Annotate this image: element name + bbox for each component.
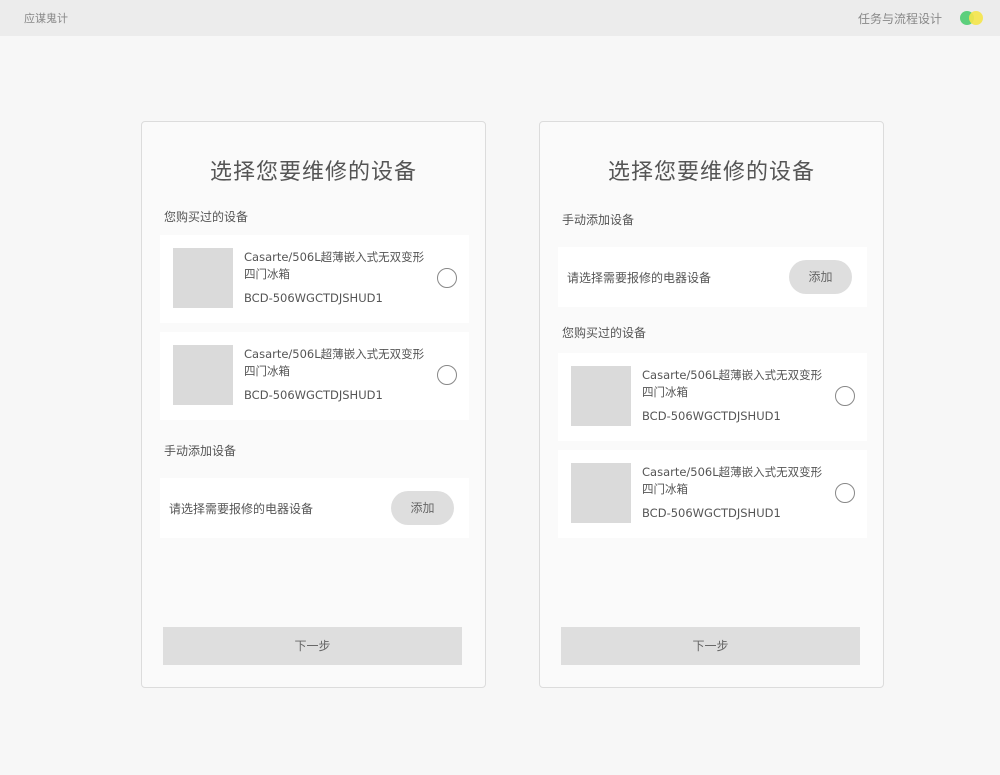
product-name: Casarte/506L超薄嵌入式无双变形四门冰箱: [642, 368, 823, 399]
logo-yellow-dot: [969, 11, 983, 25]
product-card[interactable]: Casarte/506L超薄嵌入式无双变形四门冰箱 BCD-506WGCTDJS…: [558, 353, 867, 441]
screen-left: 选择您要维修的设备 您购买过的设备 Casarte/506L超薄嵌入式无双变形四…: [141, 121, 486, 688]
product-card[interactable]: Casarte/506L超薄嵌入式无双变形四门冰箱 BCD-506WGCTDJS…: [558, 450, 867, 538]
select-radio[interactable]: [835, 386, 855, 406]
top-bar: 应谋鬼计 任务与流程设计: [0, 0, 1000, 36]
product-thumbnail: [571, 463, 631, 523]
product-card[interactable]: Casarte/506L超薄嵌入式无双变形四门冰箱 BCD-506WGCTDJS…: [160, 235, 469, 323]
logo-icon: [960, 11, 984, 25]
manual-add-card: 请选择需要报修的电器设备 添加: [160, 478, 469, 538]
next-step-button[interactable]: 下一步: [163, 627, 462, 665]
manual-add-label: 手动添加设备: [562, 213, 635, 227]
purchased-devices-label: 您购买过的设备: [562, 326, 647, 340]
add-hint-text: 请选择需要报修的电器设备: [567, 271, 712, 285]
screen-right: 选择您要维修的设备 手动添加设备 请选择需要报修的电器设备 添加 您购买过的设备…: [539, 121, 884, 688]
select-radio[interactable]: [835, 483, 855, 503]
product-model: BCD-506WGCTDJSHUD1: [244, 291, 383, 305]
product-model: BCD-506WGCTDJSHUD1: [642, 409, 781, 423]
page-title: 选择您要维修的设备: [607, 160, 815, 185]
add-hint-text: 请选择需要报修的电器设备: [169, 502, 314, 516]
product-thumbnail: [571, 366, 631, 426]
purchased-devices-label: 您购买过的设备: [164, 210, 249, 224]
product-thumbnail: [173, 248, 233, 308]
product-model: BCD-506WGCTDJSHUD1: [244, 388, 383, 402]
product-name: Casarte/506L超薄嵌入式无双变形四门冰箱: [244, 347, 425, 378]
select-radio[interactable]: [437, 268, 457, 288]
product-thumbnail: [173, 345, 233, 405]
next-step-button[interactable]: 下一步: [561, 627, 860, 665]
page-title: 选择您要维修的设备: [209, 160, 417, 185]
select-radio[interactable]: [437, 365, 457, 385]
manual-add-label: 手动添加设备: [164, 444, 237, 458]
add-device-button[interactable]: 添加: [391, 491, 454, 525]
add-device-button[interactable]: 添加: [789, 260, 852, 294]
product-name: Casarte/506L超薄嵌入式无双变形四门冰箱: [244, 250, 425, 281]
product-card[interactable]: Casarte/506L超薄嵌入式无双变形四门冰箱 BCD-506WGCTDJS…: [160, 332, 469, 420]
brand-name: 应谋鬼计: [24, 12, 68, 25]
project-title: 任务与流程设计: [857, 11, 942, 26]
product-model: BCD-506WGCTDJSHUD1: [642, 506, 781, 520]
topbar-right: 任务与流程设计: [858, 10, 984, 27]
manual-add-card: 请选择需要报修的电器设备 添加: [558, 247, 867, 307]
product-name: Casarte/506L超薄嵌入式无双变形四门冰箱: [642, 465, 823, 496]
